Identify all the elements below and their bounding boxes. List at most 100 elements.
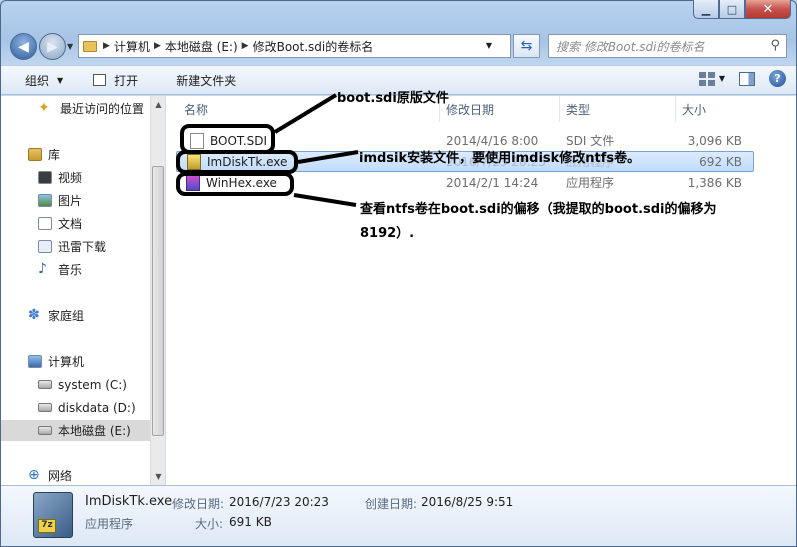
annotation-circle-imdisk	[176, 150, 298, 174]
address-bar[interactable]: ▶ 计算机 ▶ 本地磁盘 (E:) ▶ 修改Boot.sdi的卷标名 ▼	[78, 34, 511, 58]
search-placeholder: 搜索 修改Boot.sdi的卷标名	[556, 39, 705, 54]
drive-icon	[38, 403, 52, 412]
scroll-down-icon[interactable]: ▼	[151, 468, 166, 485]
chevron-right-icon[interactable]: ▶	[154, 41, 161, 51]
file-size: 1,386 KB	[687, 175, 742, 190]
sidebar-item-network[interactable]: ⊕ 网络	[1, 465, 151, 485]
open-button[interactable]: 打开	[93, 72, 138, 89]
new-folder-button[interactable]: 新建文件夹	[176, 72, 236, 89]
sidebar-item-homegroup[interactable]: ✽ 家庭组	[1, 305, 151, 326]
file-type: 应用程序	[566, 176, 615, 190]
documents-icon	[38, 217, 52, 230]
breadcrumb-current-folder[interactable]: 修改Boot.sdi的卷标名	[253, 38, 374, 55]
drive-icon	[38, 380, 52, 389]
sidebar-item-videos[interactable]: 视频	[1, 167, 151, 188]
sidebar-item-label: 迅雷下载	[58, 240, 107, 254]
annotation-winhex-text-line2: 8192）.	[360, 226, 415, 241]
minimize-button[interactable]: ▁	[693, 0, 719, 19]
sidebar-item-documents[interactable]: 文档	[1, 213, 151, 234]
chevron-right-icon[interactable]: ▶	[242, 41, 249, 51]
sidebar-item-label: 视频	[58, 171, 83, 185]
selected-file-icon: 7z	[33, 492, 73, 538]
organize-button[interactable]: 组织 ▼	[25, 72, 63, 89]
sidebar-item-label: system (C:)	[58, 377, 127, 392]
sidebar-item-label: 图片	[58, 194, 83, 208]
pictures-icon	[38, 194, 52, 207]
refresh-icon: ⇆	[520, 38, 533, 54]
video-icon	[38, 171, 52, 184]
breadcrumb-drive-e[interactable]: 本地磁盘 (E:)	[165, 38, 238, 55]
computer-icon	[28, 355, 42, 368]
sidebar-item-label: 计算机	[48, 355, 85, 369]
file-size: 3,096 KB	[687, 133, 742, 148]
scroll-thumb[interactable]	[152, 166, 164, 436]
details-pane: 7z ImDiskTk.exe 修改日期: 2016/7/23 20:23 创建…	[1, 485, 796, 546]
sidebar-item-label: 库	[48, 148, 61, 162]
sidebar-item-label: 文档	[58, 217, 83, 231]
sidebar-item-music[interactable]: ♪ 音乐	[1, 259, 151, 280]
view-icon	[698, 71, 715, 86]
arrow-right-icon: ▶	[47, 38, 58, 55]
address-dropdown-icon[interactable]: ▼	[486, 41, 492, 50]
column-header-type[interactable]: 类型	[560, 96, 676, 122]
open-label: 打开	[114, 73, 139, 88]
sidebar-item-label: 最近访问的位置	[60, 102, 145, 116]
navigation-bar: ◀ ▶ ▼ ▶ 计算机 ▶ 本地磁盘 (E:) ▶ 修改Boot.sdi的卷标名…	[0, 30, 797, 62]
sidebar-item-computer[interactable]: 计算机	[1, 351, 151, 372]
details-size-value: 691 KB	[229, 515, 272, 529]
help-icon[interactable]: ?	[769, 70, 786, 87]
details-file-type: 应用程序	[85, 517, 134, 531]
breadcrumb-computer[interactable]: 计算机	[114, 38, 150, 55]
search-input[interactable]: 搜索 修改Boot.sdi的卷标名 ⚲	[548, 34, 787, 58]
arrow-left-icon: ◀	[18, 38, 29, 55]
caret-down-icon: ▼	[718, 74, 725, 83]
details-created-value: 2016/8/25 9:51	[421, 495, 514, 509]
annotation-imdisk-text: imdsik安装文件，要使用imdisk修改ntfs卷。	[359, 151, 641, 166]
new-folder-label: 新建文件夹	[176, 73, 237, 88]
search-icon[interactable]: ⚲	[770, 38, 780, 53]
file-date: 2014/4/16 8:00	[446, 133, 539, 148]
recent-places-icon: ✦	[38, 100, 50, 116]
caption-buttons: ▁ □ ✕	[693, 0, 791, 20]
sidebar-item-label: diskdata (D:)	[58, 400, 136, 415]
scroll-up-icon[interactable]: ▲	[151, 96, 166, 113]
forward-button[interactable]: ▶	[39, 33, 66, 60]
library-icon	[28, 148, 42, 161]
sidebar-item-label: 网络	[48, 469, 73, 483]
annotation-circle-winhex	[176, 172, 294, 196]
download-icon	[38, 240, 52, 253]
maximize-button[interactable]: □	[719, 0, 745, 19]
column-header-size[interactable]: 大小	[676, 96, 756, 122]
sidebar-item-recent[interactable]: ✦ 最近访问的位置	[1, 98, 151, 119]
navigation-scrollbar[interactable]: ▲ ▼	[150, 96, 165, 485]
sidebar-item-label: 音乐	[58, 263, 83, 277]
sidebar-item-pictures[interactable]: 图片	[1, 190, 151, 211]
network-icon: ⊕	[28, 467, 40, 483]
column-header-date[interactable]: 修改日期	[440, 96, 560, 122]
homegroup-icon: ✽	[28, 307, 40, 323]
caret-down-icon: ▼	[57, 75, 64, 85]
back-button[interactable]: ◀	[10, 33, 37, 60]
sidebar-item-drive-c[interactable]: system (C:)	[1, 374, 151, 395]
preview-pane-icon[interactable]	[739, 71, 755, 86]
sidebar-item-label: 本地磁盘 (E:)	[58, 424, 131, 438]
details-modified-value: 2016/7/23 20:23	[229, 495, 329, 509]
open-icon	[93, 74, 107, 86]
details-file-name: ImDiskTk.exe	[85, 494, 173, 509]
recent-pages-dropdown[interactable]: ▼	[67, 42, 73, 51]
sidebar-item-drive-d[interactable]: diskdata (D:)	[1, 397, 151, 418]
close-button[interactable]: ✕	[745, 0, 791, 19]
sidebar-item-drive-e[interactable]: 本地磁盘 (E:)	[1, 420, 150, 441]
organize-label: 组织	[25, 73, 50, 88]
annotation-winhex-text-line1: 查看ntfs卷在boot.sdi的偏移（我提取的boot.sdi的偏移为	[360, 202, 717, 217]
details-modified-label: 修改日期:	[172, 497, 225, 511]
column-headers: 名称 修改日期 类型 大小	[166, 96, 796, 122]
refresh-button[interactable]: ⇆	[513, 34, 540, 58]
chevron-right-icon[interactable]: ▶	[103, 41, 110, 51]
annotation-boot-text: boot.sdi原版文件	[337, 91, 449, 106]
change-view-button[interactable]: ▼	[698, 71, 725, 86]
music-icon: ♪	[38, 261, 47, 277]
sidebar-item-library[interactable]: 库	[1, 144, 151, 165]
archive-badge-icon: 7z	[38, 519, 56, 533]
sidebar-item-downloads[interactable]: 迅雷下载	[1, 236, 151, 257]
